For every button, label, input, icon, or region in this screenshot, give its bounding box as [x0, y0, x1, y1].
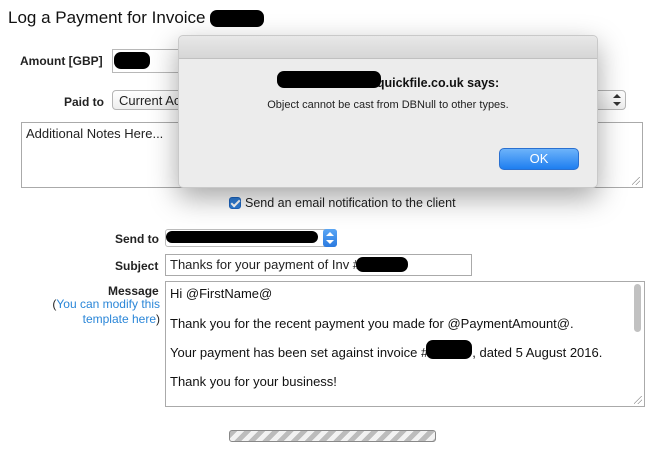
- redacted-recipient: [166, 231, 318, 243]
- message-template-note: (You can modify this template here): [52, 297, 160, 326]
- subject-label: Subject: [115, 259, 159, 273]
- dialog-message: Object cannot be cast from DBNull to oth…: [267, 99, 509, 111]
- message-scrollbar[interactable]: [632, 283, 643, 383]
- redacted-subject-invoice: [356, 257, 408, 272]
- redacted-invoice-number: [210, 10, 264, 27]
- message-resize-grip-icon[interactable]: [634, 396, 642, 404]
- redacted-amount: [114, 52, 150, 69]
- message-line-4: Thank you for your business!: [170, 374, 337, 389]
- amount-label: Amount [GBP]: [20, 54, 103, 68]
- page-title: Log a Payment for Invoice #: [8, 8, 220, 27]
- alert-dialog: quickfile.co.uk says: Object cannot be c…: [178, 35, 598, 188]
- resize-grip-icon[interactable]: [632, 177, 640, 185]
- email-notification-checkbox[interactable]: [229, 197, 241, 209]
- send-to-stepper-icon[interactable]: [323, 229, 337, 247]
- redacted-message-invoice: [426, 340, 472, 359]
- message-textarea[interactable]: Hi @FirstName@ Thank you for the recent …: [165, 281, 645, 407]
- ok-button[interactable]: OK: [499, 148, 579, 170]
- send-to-label: Send to: [115, 232, 159, 246]
- email-notification-label[interactable]: Send an email notification to the client: [245, 196, 456, 210]
- subject-value: Thanks for your payment of Inv #: [170, 257, 361, 272]
- message-line-1: Hi @FirstName@: [170, 286, 273, 301]
- modify-template-link[interactable]: You can modify this template here: [56, 297, 160, 326]
- message-line-3: Your payment has been set against invoic…: [170, 345, 603, 360]
- message-label: Message: [108, 284, 159, 298]
- paid-to-label: Paid to: [64, 95, 105, 109]
- progress-bar: [229, 430, 436, 442]
- redacted-domain: [277, 71, 381, 88]
- dialog-title-bar: [179, 36, 597, 59]
- select-stepper-icon: [613, 94, 621, 106]
- notes-placeholder: Additional Notes Here...: [26, 126, 164, 141]
- paid-to-value: Current Ac: [119, 93, 181, 108]
- message-line-2: Thank you for the recent payment you mad…: [170, 316, 574, 331]
- subject-input[interactable]: Thanks for your payment of Inv #: [165, 254, 472, 276]
- scrollbar-thumb[interactable]: [634, 284, 641, 332]
- dialog-title: quickfile.co.uk says:: [376, 76, 500, 90]
